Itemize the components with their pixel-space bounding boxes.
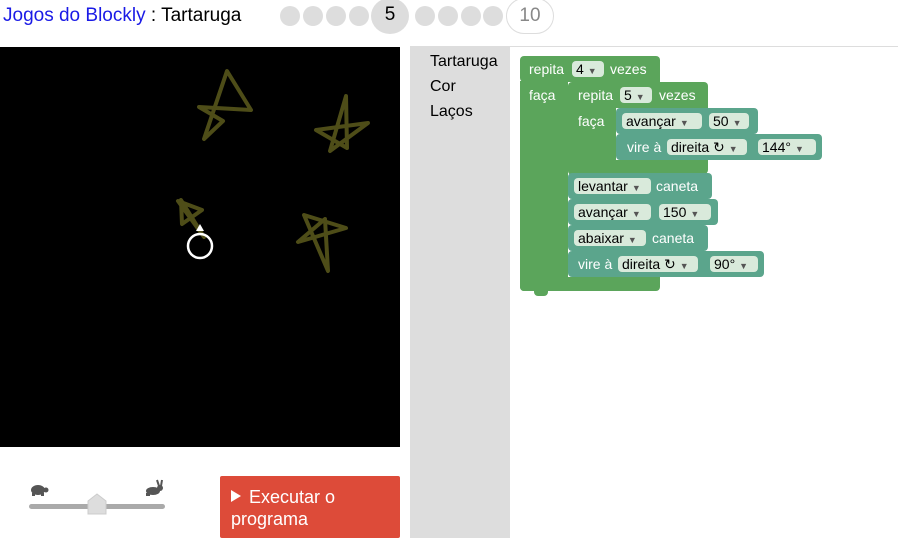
level-dot-8[interactable] — [461, 6, 481, 26]
level-dot-7[interactable] — [438, 6, 458, 26]
repeat-outer-do-label: faça — [529, 87, 556, 103]
turn-label: vire à — [627, 139, 662, 155]
turn2-label: vire à — [578, 256, 613, 272]
turn-angle-dropdown[interactable]: 144° ▼ — [758, 139, 816, 155]
canvas-drawing — [176, 69, 370, 273]
dropdown-arrow-icon: ▼ — [732, 118, 742, 128]
title-separator: : — [145, 5, 162, 26]
pen-up-dropdown[interactable]: levantar ▼ — [574, 178, 651, 194]
run-program-button[interactable]: Executar o programa — [220, 476, 400, 538]
turtle-icon — [186, 232, 214, 260]
repeat-inner-suffix: vezes — [659, 87, 696, 103]
turtle-icon — [31, 485, 49, 496]
dropdown-arrow-icon: ▼ — [627, 235, 637, 245]
level-dot-2[interactable] — [303, 6, 323, 26]
level-dot-4[interactable] — [349, 6, 369, 26]
level-dot-1[interactable] — [280, 6, 300, 26]
repeat-inner-do-label: faça — [578, 113, 605, 129]
level-dot-3[interactable] — [326, 6, 346, 26]
dropdown-arrow-icon: ▼ — [794, 144, 804, 154]
turn2-direction-dropdown[interactable]: direita ↻ ▼ — [618, 256, 698, 272]
repeat-outer-label: repita — [529, 61, 565, 77]
dropdown-arrow-icon: ▼ — [679, 261, 689, 271]
dropdown-arrow-icon: ▼ — [739, 261, 749, 271]
dropdown-arrow-icon: ▼ — [690, 209, 700, 219]
app-name-link[interactable]: Jogos do Blockly — [3, 5, 146, 26]
slider-handle[interactable] — [87, 493, 107, 515]
repeat-inner-count-dropdown[interactable]: 5 ▼ — [620, 87, 652, 103]
dropdown-arrow-icon: ▼ — [631, 209, 641, 219]
level-dot-6[interactable] — [415, 6, 435, 26]
dropdown-arrow-icon: ▼ — [635, 92, 645, 102]
turn2-angle-dropdown[interactable]: 90° ▼ — [710, 256, 758, 272]
turn-direction-dropdown[interactable]: direita ↻ ▼ — [667, 139, 747, 155]
toolbox: Tartaruga Cor Laços — [410, 47, 510, 538]
level-dot-9[interactable] — [483, 6, 503, 26]
pen-down-dropdown[interactable]: abaixar ▼ — [574, 230, 646, 246]
pen-up-suffix: caneta — [656, 178, 699, 194]
star-drawing — [176, 198, 206, 239]
speed-slider[interactable] — [24, 478, 172, 518]
header: Jogos do Blockly : Tartaruga 5 10 — [0, 0, 898, 38]
play-icon — [231, 490, 241, 502]
turtle-canvas — [0, 47, 400, 447]
move2-distance-dropdown[interactable]: 150 ▼ — [659, 204, 711, 220]
star-drawing — [296, 213, 348, 273]
dropdown-arrow-icon: ▼ — [631, 183, 641, 193]
toolbox-category-color[interactable]: Cor — [430, 78, 456, 96]
star-drawing — [197, 69, 253, 141]
repeat-outer-count-dropdown[interactable]: 4 ▼ — [572, 61, 604, 77]
repeat-outer-suffix: vezes — [610, 61, 647, 77]
move2-direction-dropdown[interactable]: avançar ▼ — [574, 204, 651, 220]
star-drawing — [314, 94, 370, 153]
toolbox-category-loops[interactable]: Laços — [430, 103, 473, 121]
level-10[interactable]: 10 — [506, 0, 554, 34]
repeat-inner-label: repita — [578, 87, 614, 103]
game-name: Tartaruga — [161, 5, 242, 26]
blocks-workspace[interactable]: repita 4 ▼ vezes faça repita 5 ▼ vezes faç… — [510, 47, 898, 538]
dropdown-arrow-icon: ▼ — [728, 144, 738, 154]
dropdown-arrow-icon: ▼ — [679, 118, 689, 128]
toolbox-category-turtle[interactable]: Tartaruga — [430, 53, 498, 71]
current-level: 5 — [371, 0, 409, 34]
page-title: Jogos do Blockly : Tartaruga — [3, 5, 241, 27]
run-button-label: Executar o programa — [231, 487, 336, 529]
rabbit-icon — [146, 479, 163, 496]
move-distance-dropdown[interactable]: 50 ▼ — [709, 113, 749, 129]
dropdown-arrow-icon: ▼ — [587, 66, 597, 76]
pen-down-suffix: caneta — [652, 230, 695, 246]
move-direction-dropdown[interactable]: avançar ▼ — [622, 113, 702, 129]
